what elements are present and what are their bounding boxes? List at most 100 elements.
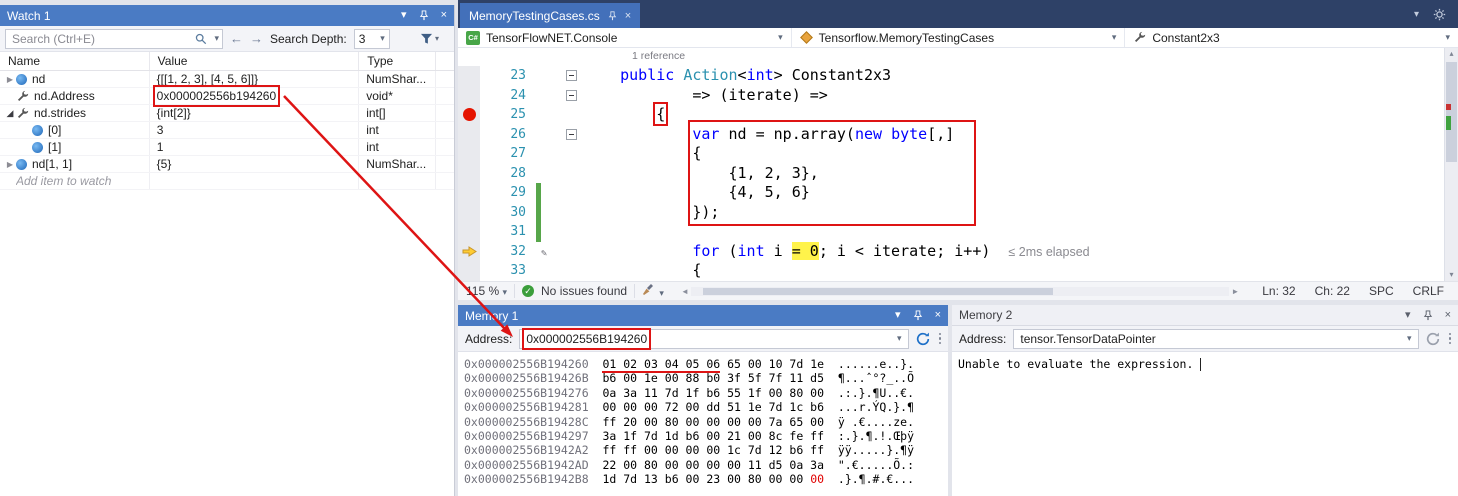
- tab-memorytestingcases[interactable]: MemoryTestingCases.cs ×: [460, 3, 640, 28]
- breakpoint-icon[interactable]: [463, 108, 476, 121]
- scroll-right-icon[interactable]: ►: [1231, 287, 1239, 296]
- code-line[interactable]: 23 public Action<int> Constant2x3: [458, 66, 1444, 86]
- column-header-type[interactable]: Type: [359, 52, 436, 70]
- expander-collapsed-icon[interactable]: ▶: [4, 160, 16, 169]
- scroll-left-icon[interactable]: ◄: [681, 287, 689, 296]
- tab-pin-icon[interactable]: [608, 11, 617, 21]
- glyph-margin[interactable]: [458, 203, 480, 223]
- memory-row[interactable]: 0x000002556B1942A2 ff ff 00 00 00 00 1c …: [464, 443, 948, 457]
- glyph-margin[interactable]: [458, 66, 480, 86]
- watch-value[interactable]: 1: [150, 139, 360, 155]
- issues-status[interactable]: No issues found: [541, 284, 627, 298]
- type-dropdown[interactable]: Tensorflow.MemoryTestingCases ▾: [792, 28, 1126, 47]
- line-ending-indicator[interactable]: CRLF: [1407, 284, 1450, 298]
- space-mode-indicator[interactable]: SPC: [1363, 284, 1400, 298]
- window-position-icon[interactable]: ▾: [1405, 310, 1411, 321]
- memory1-address-value[interactable]: 0x000002556B194260: [526, 332, 647, 346]
- memory-row[interactable]: 0x000002556B194281 00 00 00 72 00 dd 51 …: [464, 400, 948, 414]
- window-position-icon[interactable]: ▾: [401, 10, 407, 21]
- editor-horizontal-scrollbar[interactable]: ◄ ►: [681, 287, 1239, 296]
- glyph-margin[interactable]: [458, 164, 480, 184]
- glyph-margin[interactable]: [458, 261, 480, 281]
- glyph-margin[interactable]: [458, 144, 480, 164]
- outline-collapse-icon[interactable]: [566, 90, 577, 101]
- memory1-dump[interactable]: 0x000002556B194260 01 02 03 04 05 06 65 …: [458, 352, 948, 487]
- code-line[interactable]: 29 {4, 5, 6}: [458, 183, 1444, 203]
- memory-row[interactable]: 0x000002556B194260 01 02 03 04 05 06 65 …: [464, 357, 948, 371]
- memory-row[interactable]: 0x000002556B194297 3a 1f 7d 1d b6 00 21 …: [464, 429, 948, 443]
- watch-value[interactable]: 0x000002556b194260: [150, 88, 360, 104]
- code-line[interactable]: 24 => (iterate) =>: [458, 86, 1444, 106]
- memory-row[interactable]: 0x000002556B19428C ff 20 00 80 00 00 00 …: [464, 415, 948, 429]
- search-options-icon[interactable]: ▾: [214, 33, 219, 44]
- watch-row[interactable]: [1] 1 int: [0, 139, 454, 156]
- pin-icon[interactable]: [913, 310, 923, 321]
- code-line[interactable]: 28 {1, 2, 3},: [458, 164, 1444, 184]
- window-position-icon[interactable]: ▾: [895, 310, 901, 321]
- glyph-margin[interactable]: [458, 105, 480, 125]
- watch-value-highlighted[interactable]: 0x000002556b194260: [157, 89, 276, 103]
- gear-icon[interactable]: [1433, 8, 1446, 21]
- close-icon[interactable]: ×: [935, 310, 941, 321]
- watch-value[interactable]: {int[2]}: [150, 105, 360, 121]
- tab-close-icon[interactable]: ×: [625, 10, 631, 22]
- watch-value[interactable]: {5}: [150, 156, 360, 172]
- watch-row[interactable]: ◢nd.strides {int[2]} int[]: [0, 105, 454, 122]
- code-line[interactable]: 26 var nd = np.array(new byte[,]: [458, 125, 1444, 145]
- code-line[interactable]: 33 {: [458, 261, 1444, 281]
- watch-row[interactable]: ▶nd {[[1, 2, 3], [4, 5, 6]]} NumShar...: [0, 71, 454, 88]
- outline-collapse-icon[interactable]: [566, 70, 577, 81]
- column-header-value[interactable]: Value: [150, 52, 360, 70]
- scroll-down-icon[interactable]: ▾: [1445, 269, 1458, 281]
- editor-vertical-scrollbar[interactable]: ▴ ▾: [1444, 48, 1458, 281]
- code-line[interactable]: 30 });: [458, 203, 1444, 223]
- pin-icon[interactable]: [419, 10, 429, 21]
- search-next-icon[interactable]: →: [250, 32, 263, 45]
- toolbar-overflow-icon[interactable]: [1449, 333, 1452, 345]
- close-icon[interactable]: ×: [1445, 310, 1451, 321]
- search-prev-icon[interactable]: ←: [230, 32, 243, 45]
- memory1-address-combo[interactable]: 0x000002556B194260 ▾: [519, 329, 908, 349]
- codelens-references[interactable]: 1 reference: [632, 48, 685, 66]
- scrollbar-thumb[interactable]: [703, 288, 1053, 295]
- line-indicator[interactable]: Ln: 32: [1256, 284, 1301, 298]
- watch-row[interactable]: Add item to watch: [0, 173, 454, 190]
- memory2-message-area[interactable]: Unable to evaluate the expression.: [952, 352, 1458, 371]
- toolbar-overflow-icon[interactable]: [939, 333, 942, 345]
- watch-row[interactable]: ▶nd[1, 1] {5} NumShar...: [0, 156, 454, 173]
- search-input[interactable]: [5, 29, 223, 49]
- watch-row[interactable]: [0] 3 int: [0, 122, 454, 139]
- glyph-margin[interactable]: [458, 242, 480, 262]
- watch-titlebar[interactable]: Watch 1 ▾ ×: [0, 5, 454, 26]
- project-dropdown[interactable]: C# TensorFlowNET.Console ▾: [458, 28, 792, 47]
- column-header-name[interactable]: Name: [0, 52, 150, 70]
- memory2-address-combo[interactable]: tensor.TensorDataPointer ▾: [1013, 329, 1418, 349]
- memory2-titlebar[interactable]: Memory 2 ▾ ×: [952, 305, 1458, 326]
- code-line[interactable]: 25 {: [458, 105, 1444, 125]
- watch-value[interactable]: 3: [150, 122, 360, 138]
- tab-list-icon[interactable]: ▾: [1414, 9, 1419, 20]
- column-indicator[interactable]: Ch: 22: [1309, 284, 1356, 298]
- zoom-control[interactable]: 115 % ▾: [466, 284, 507, 298]
- health-check-icon[interactable]: ✓: [522, 285, 534, 297]
- watch-value[interactable]: [150, 173, 360, 189]
- close-icon[interactable]: ×: [441, 10, 447, 21]
- code-line[interactable]: 31: [458, 222, 1444, 242]
- expander-expanded-icon[interactable]: ◢: [4, 108, 16, 119]
- expander-collapsed-icon[interactable]: ▶: [4, 75, 16, 84]
- code-cleanup-button[interactable]: ▾: [642, 283, 664, 299]
- filter-button[interactable]: ▾: [420, 33, 439, 45]
- memory-row[interactable]: 0x000002556B19426B b6 00 1e 00 88 b0 3f …: [464, 371, 948, 385]
- watch-row[interactable]: nd.Address 0x000002556b194260 void*: [0, 88, 454, 105]
- search-depth-select[interactable]: 3 ▾: [354, 29, 390, 49]
- scrollbar-thumb[interactable]: [1446, 62, 1457, 162]
- pin-icon[interactable]: [1423, 310, 1433, 321]
- refresh-icon[interactable]: [916, 332, 930, 346]
- code-line[interactable]: 32✎ for (int i = 0; i < iterate; i++)≤ 2…: [458, 242, 1444, 262]
- memory2-address-value[interactable]: tensor.TensorDataPointer: [1020, 332, 1155, 346]
- glyph-margin[interactable]: [458, 125, 480, 145]
- memory-row[interactable]: 0x000002556B1942AD 22 00 80 00 00 00 00 …: [464, 458, 948, 472]
- glyph-margin[interactable]: [458, 183, 480, 203]
- code-editor[interactable]: 1 reference 23 public Action<int> Consta…: [458, 48, 1444, 281]
- code-line[interactable]: 27 {: [458, 144, 1444, 164]
